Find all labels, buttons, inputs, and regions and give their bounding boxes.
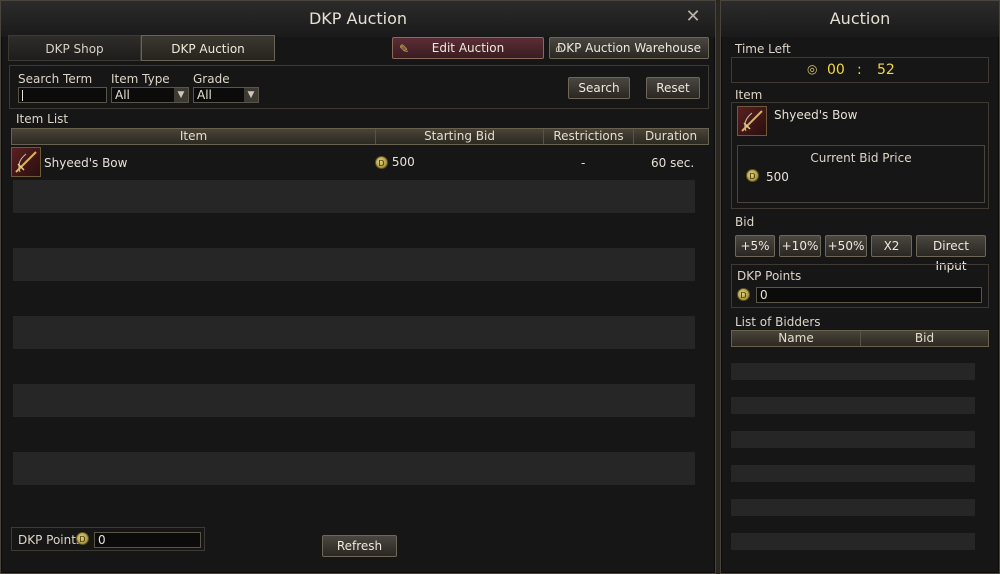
bid-plus-5-button[interactable]: +5% bbox=[735, 235, 775, 257]
search-term-label: Search Term bbox=[18, 72, 93, 86]
empty-bidder-row bbox=[731, 533, 975, 550]
dkp-points-label: DKP Points bbox=[18, 533, 83, 547]
tab-dkp-shop[interactable]: DKP Shop bbox=[8, 35, 141, 61]
time-left-minutes: 00 bbox=[827, 62, 845, 78]
tab-dkp-auction[interactable]: DKP Auction bbox=[141, 35, 275, 61]
bid-label: Bid bbox=[735, 215, 755, 229]
item-type-select[interactable]: All ▼ bbox=[111, 87, 189, 103]
empty-row bbox=[13, 180, 695, 213]
current-bid-label: Current Bid Price bbox=[810, 151, 912, 165]
item-label: Item bbox=[735, 88, 763, 102]
edit-auction-button[interactable]: ✎ Edit Auction bbox=[392, 37, 544, 59]
grade-value: All bbox=[197, 88, 212, 102]
grade-label: Grade bbox=[193, 72, 230, 86]
chevron-down-icon: ▼ bbox=[174, 88, 188, 102]
quill-icon: ✎ bbox=[399, 42, 410, 56]
column-name[interactable]: Name bbox=[732, 331, 860, 346]
refresh-button[interactable]: Refresh bbox=[322, 535, 397, 557]
column-restrictions[interactable]: Restrictions bbox=[543, 129, 633, 144]
empty-bidder-row bbox=[731, 397, 975, 414]
warehouse-icon: ⌂ bbox=[555, 41, 563, 55]
bow-icon bbox=[737, 106, 767, 136]
column-bid[interactable]: Bid bbox=[860, 331, 988, 346]
starting-bid-cell: D 500 bbox=[375, 155, 415, 169]
search-term-input[interactable] bbox=[18, 87, 107, 103]
dkp-coin-icon: D bbox=[737, 288, 750, 301]
current-bid-value: 500 bbox=[766, 170, 789, 184]
time-left-label: Time Left bbox=[735, 42, 791, 56]
duration-cell: 60 sec. bbox=[651, 156, 695, 170]
auction-panel-title: Auction bbox=[721, 1, 999, 37]
column-item[interactable]: Item bbox=[12, 129, 375, 144]
item-type-label: Item Type bbox=[111, 72, 170, 86]
auction-panel: Auction Time Left ◎ 00 : 52 Item Shyeed'… bbox=[720, 0, 1000, 574]
edit-auction-label: Edit Auction bbox=[431, 41, 505, 55]
auction-item-name: Shyeed's Bow bbox=[774, 108, 858, 122]
dkp-coin-icon: D bbox=[746, 169, 759, 182]
dkp-auction-window: DKP Auction ✕ DKP Shop DKP Auction ✎ Edi… bbox=[0, 0, 716, 574]
empty-row bbox=[13, 316, 695, 349]
auction-dkp-points-label: DKP Points bbox=[737, 269, 802, 283]
dkp-coin-icon: D bbox=[76, 532, 89, 545]
dkp-points-field: 0 bbox=[94, 532, 201, 548]
restrictions-cell: - bbox=[581, 156, 586, 170]
empty-bidder-row bbox=[731, 431, 975, 448]
direct-input-button[interactable]: Direct Input bbox=[916, 235, 986, 273]
time-left-seconds: 52 bbox=[877, 62, 895, 78]
column-duration[interactable]: Duration bbox=[633, 129, 708, 144]
grade-select[interactable]: All ▼ bbox=[193, 87, 259, 103]
empty-bidder-row bbox=[731, 499, 975, 516]
search-button[interactable]: Search bbox=[568, 77, 630, 99]
item-list-header: Item Starting Bid Restrictions Duration bbox=[11, 128, 709, 145]
empty-row bbox=[13, 248, 695, 281]
empty-row bbox=[13, 452, 695, 485]
empty-bidder-row bbox=[731, 363, 975, 380]
column-starting-bid[interactable]: Starting Bid bbox=[375, 129, 543, 144]
warehouse-label: DKP Auction Warehouse bbox=[556, 41, 702, 55]
bidders-header: Name Bid bbox=[731, 330, 989, 347]
close-icon[interactable]: ✕ bbox=[683, 7, 703, 27]
clock-icon: ◎ bbox=[807, 62, 818, 76]
empty-bidder-row bbox=[731, 465, 975, 482]
table-row[interactable]: Shyeed's Bow D 500 - 60 sec. bbox=[11, 146, 697, 179]
bid-x2-button[interactable]: X2 bbox=[871, 235, 912, 257]
chevron-down-icon: ▼ bbox=[244, 88, 258, 102]
bow-icon bbox=[11, 147, 41, 177]
bid-plus-50-button[interactable]: +50% bbox=[825, 235, 867, 257]
auction-dkp-points-field: 0 bbox=[756, 287, 982, 303]
window-title: DKP Auction bbox=[1, 1, 715, 37]
item-name: Shyeed's Bow bbox=[44, 156, 128, 170]
bidders-label: List of Bidders bbox=[735, 315, 821, 329]
dkp-coin-icon: D bbox=[375, 156, 388, 169]
dkp-auction-warehouse-button[interactable]: ⌂ DKP Auction Warehouse bbox=[549, 37, 709, 59]
bid-plus-10-button[interactable]: +10% bbox=[779, 235, 821, 257]
reset-button[interactable]: Reset bbox=[646, 77, 700, 99]
item-type-value: All bbox=[115, 88, 130, 102]
item-list-label: Item List bbox=[16, 112, 69, 126]
empty-row bbox=[13, 384, 695, 417]
time-left-separator: : bbox=[857, 62, 862, 78]
starting-bid-value: 500 bbox=[391, 155, 415, 169]
